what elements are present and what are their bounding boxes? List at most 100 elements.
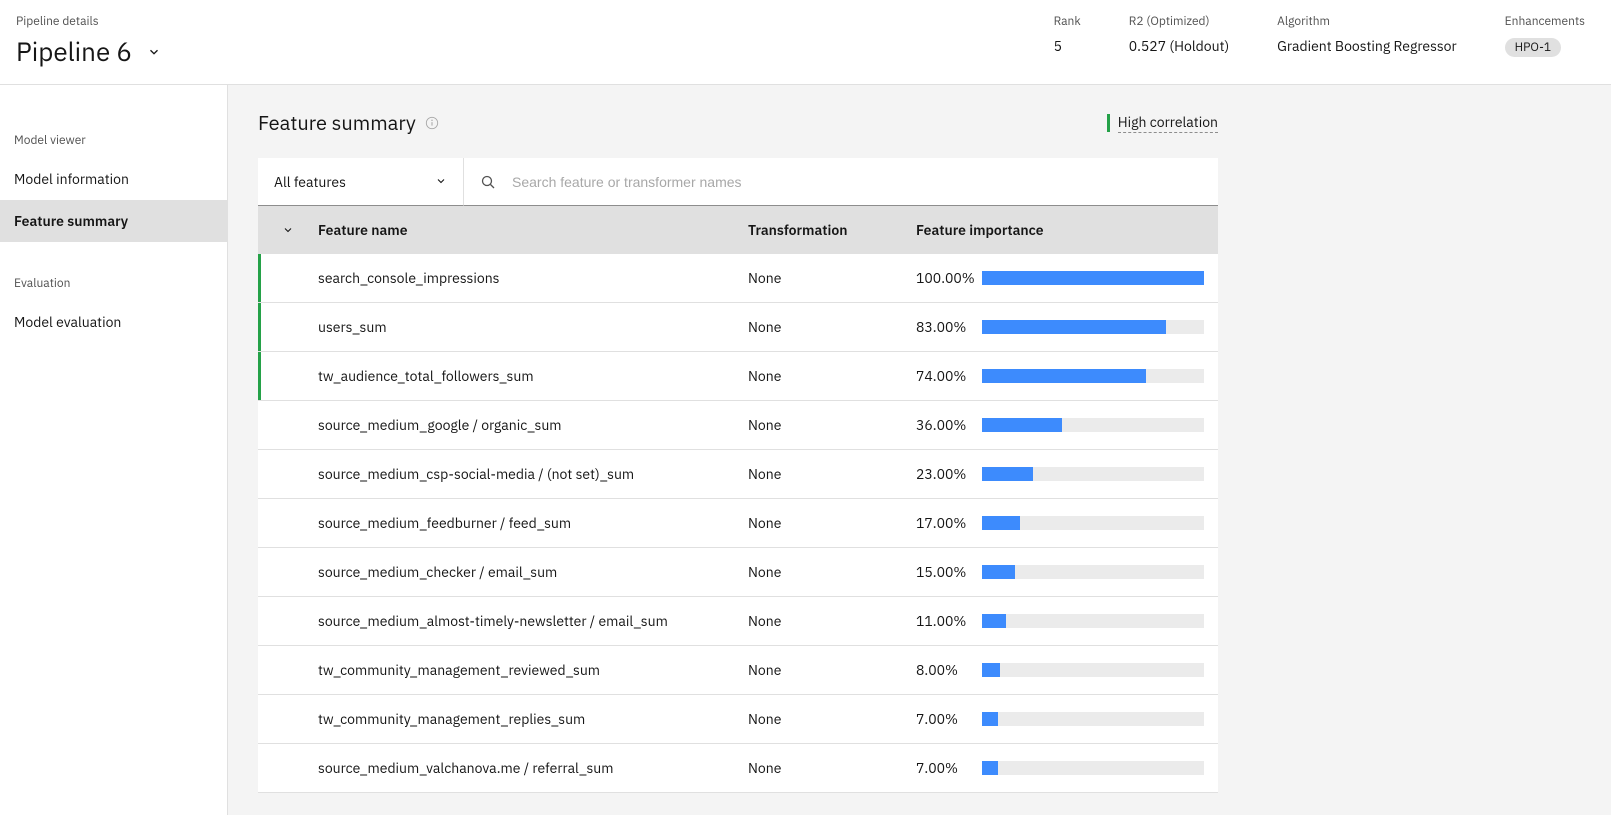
feature-importance-cell: 7.00% xyxy=(916,710,1218,728)
importance-bar xyxy=(982,369,1204,383)
feature-importance-value: 7.00% xyxy=(916,710,974,728)
table-row[interactable]: tw_community_management_reviewed_sumNone… xyxy=(258,646,1218,695)
feature-importance-value: 83.00% xyxy=(916,318,974,336)
importance-bar xyxy=(982,761,1204,775)
feature-name: source_medium_almost-timely-newsletter /… xyxy=(318,612,748,630)
feature-transformation: None xyxy=(748,661,916,679)
high-correlation-bar-icon xyxy=(1107,114,1110,132)
enhancement-badge: HPO-1 xyxy=(1505,38,1561,57)
search-input[interactable] xyxy=(512,174,1202,190)
feature-importance-value: 36.00% xyxy=(916,416,974,434)
metric-rank-value: 5 xyxy=(1054,37,1081,55)
importance-bar xyxy=(982,467,1204,481)
feature-transformation: None xyxy=(748,563,916,581)
importance-bar xyxy=(982,271,1204,285)
feature-transformation: None xyxy=(748,465,916,483)
header: Pipeline details Pipeline 6 Rank 5 R2 (O… xyxy=(0,0,1611,85)
expand-all-toggle[interactable] xyxy=(258,224,318,236)
importance-bar xyxy=(982,516,1204,530)
feature-filter-label: All features xyxy=(274,173,346,191)
content: Feature summary High correlation All fea… xyxy=(258,109,1218,793)
table-row[interactable]: search_console_impressionsNone100.00% xyxy=(258,254,1218,303)
metric-rank-label: Rank xyxy=(1054,14,1081,29)
chevron-down-icon xyxy=(435,173,447,191)
pipeline-title: Pipeline 6 xyxy=(16,35,132,69)
sidebar: Model viewer Model information Feature s… xyxy=(0,85,228,815)
high-correlation-text: High correlation xyxy=(1118,113,1218,133)
feature-name: tw_audience_total_followers_sum xyxy=(318,367,748,385)
feature-importance-value: 100.00% xyxy=(916,269,974,287)
feature-importance-value: 8.00% xyxy=(916,661,974,679)
feature-importance-value: 15.00% xyxy=(916,563,974,581)
metric-r2: R2 (Optimized) 0.527 (Holdout) xyxy=(1129,14,1229,55)
feature-transformation: None xyxy=(748,416,916,434)
chevron-down-icon xyxy=(146,44,162,60)
main: Feature summary High correlation All fea… xyxy=(228,85,1611,815)
feature-importance-cell: 36.00% xyxy=(916,416,1218,434)
table-row[interactable]: source_medium_csp-social-media / (not se… xyxy=(258,450,1218,499)
feature-importance-cell: 7.00% xyxy=(916,759,1218,777)
metric-r2-value: 0.527 (Holdout) xyxy=(1129,37,1229,55)
sidebar-section-model-viewer: Model viewer xyxy=(0,125,227,158)
feature-importance-value: 17.00% xyxy=(916,514,974,532)
info-icon[interactable] xyxy=(424,115,440,131)
section-title: Feature summary xyxy=(258,109,440,136)
sidebar-item-model-information[interactable]: Model information xyxy=(0,158,227,200)
feature-importance-cell: 15.00% xyxy=(916,563,1218,581)
feature-name: users_sum xyxy=(318,318,748,336)
pipeline-title-dropdown[interactable]: Pipeline 6 xyxy=(16,35,1054,69)
importance-bar xyxy=(982,565,1204,579)
feature-name: source_medium_valchanova.me / referral_s… xyxy=(318,759,748,777)
feature-importance-value: 7.00% xyxy=(916,759,974,777)
importance-bar xyxy=(982,320,1204,334)
metric-r2-label: R2 (Optimized) xyxy=(1129,14,1229,29)
feature-importance-cell: 74.00% xyxy=(916,367,1218,385)
feature-transformation: None xyxy=(748,269,916,287)
pipeline-details-label: Pipeline details xyxy=(16,14,1054,29)
table-row[interactable]: source_medium_checker / email_sumNone15.… xyxy=(258,548,1218,597)
feature-filter-dropdown[interactable]: All features xyxy=(258,158,464,206)
table-row[interactable]: tw_audience_total_followers_sumNone74.00… xyxy=(258,352,1218,401)
feature-transformation: None xyxy=(748,612,916,630)
feature-transformation: None xyxy=(748,710,916,728)
importance-bar xyxy=(982,663,1204,677)
feature-name: source_medium_csp-social-media / (not se… xyxy=(318,465,748,483)
metric-enhancements: Enhancements HPO-1 xyxy=(1505,14,1585,57)
feature-name: source_medium_feedburner / feed_sum xyxy=(318,514,748,532)
feature-importance-cell: 23.00% xyxy=(916,465,1218,483)
table-body: search_console_impressionsNone100.00%use… xyxy=(258,254,1218,793)
col-header-importance[interactable]: Feature importance xyxy=(916,221,1218,239)
feature-name: search_console_impressions xyxy=(318,269,748,287)
section-header: Feature summary High correlation xyxy=(258,109,1218,158)
feature-name: tw_community_management_replies_sum xyxy=(318,710,748,728)
col-header-transformation[interactable]: Transformation xyxy=(748,221,916,239)
importance-bar xyxy=(982,418,1204,432)
feature-transformation: None xyxy=(748,318,916,336)
metric-enh-label: Enhancements xyxy=(1505,14,1585,29)
feature-importance-cell: 17.00% xyxy=(916,514,1218,532)
table-row[interactable]: source_medium_google / organic_sumNone36… xyxy=(258,401,1218,450)
table-row[interactable]: users_sumNone83.00% xyxy=(258,303,1218,352)
high-correlation-legend[interactable]: High correlation xyxy=(1107,113,1218,133)
body: Model viewer Model information Feature s… xyxy=(0,85,1611,815)
sidebar-item-feature-summary[interactable]: Feature summary xyxy=(0,200,227,242)
sidebar-section-evaluation: Evaluation xyxy=(0,268,227,301)
feature-name: source_medium_checker / email_sum xyxy=(318,563,748,581)
sidebar-item-model-evaluation[interactable]: Model evaluation xyxy=(0,301,227,343)
feature-importance-value: 74.00% xyxy=(916,367,974,385)
search-icon xyxy=(480,174,496,190)
feature-table: Feature name Transformation Feature impo… xyxy=(258,206,1218,793)
table-row[interactable]: source_medium_feedburner / feed_sumNone1… xyxy=(258,499,1218,548)
feature-importance-cell: 100.00% xyxy=(916,269,1218,287)
feature-importance-value: 23.00% xyxy=(916,465,974,483)
search-box[interactable] xyxy=(464,158,1218,206)
col-header-name[interactable]: Feature name xyxy=(318,221,748,239)
importance-bar xyxy=(982,614,1204,628)
importance-bar xyxy=(982,712,1204,726)
section-title-text: Feature summary xyxy=(258,109,416,136)
table-row[interactable]: source_medium_almost-timely-newsletter /… xyxy=(258,597,1218,646)
header-left: Pipeline details Pipeline 6 xyxy=(16,14,1054,69)
metric-algo-value: Gradient Boosting Regressor xyxy=(1277,37,1456,55)
table-row[interactable]: tw_community_management_replies_sumNone7… xyxy=(258,695,1218,744)
table-row[interactable]: source_medium_valchanova.me / referral_s… xyxy=(258,744,1218,793)
